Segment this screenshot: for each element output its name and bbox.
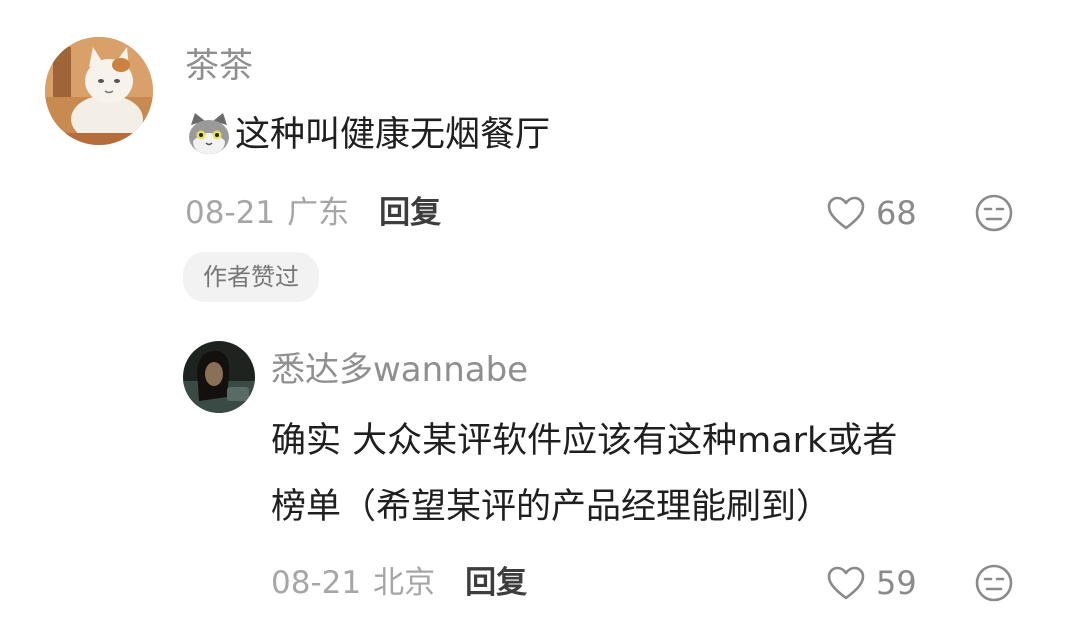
reply-dislike-button[interactable]: [974, 563, 1014, 603]
reply-reply-button[interactable]: 回复: [465, 563, 527, 603]
reply-location: 北京: [373, 565, 436, 601]
reply-text-line-2: 榜单（希望某评的产品经理能刷到）: [271, 487, 832, 527]
comment-dislike-button[interactable]: [974, 193, 1014, 233]
comment-text-row: 这种叫健康无烟餐厅: [185, 104, 550, 166]
reply-date: 08-21: [271, 565, 362, 601]
comment-like-button[interactable]: 68: [826, 193, 917, 233]
comment-reply-button[interactable]: 回复: [379, 193, 441, 233]
reply-username[interactable]: 悉达多wannabe: [271, 350, 528, 390]
comment-date: 08-21: [185, 195, 276, 231]
reply-meta: 08-21 北京 回复: [271, 563, 527, 603]
comment-text: 这种叫健康无烟餐厅: [235, 115, 551, 155]
comment-location: 广东: [287, 195, 350, 231]
portrait-avatar-image: [183, 341, 255, 413]
reply-like-button[interactable]: 59: [826, 563, 917, 603]
avatar-chacha[interactable]: [45, 37, 153, 145]
comment-like-count: 68: [876, 194, 917, 232]
avatar-reply-user[interactable]: [183, 341, 255, 413]
neutral-face-icon: [975, 194, 1013, 232]
reply-like-count: 59: [876, 564, 917, 602]
comment-username[interactable]: 茶茶: [185, 46, 253, 86]
cat-face-icon: [185, 111, 233, 159]
reply-text-line-1: 确实 大众某评软件应该有这种mark或者: [271, 421, 898, 461]
comment-meta: 08-21 广东 回复: [185, 193, 441, 233]
heart-outline-icon: [827, 196, 865, 230]
heart-outline-icon: [827, 566, 865, 600]
neutral-face-icon: [975, 564, 1013, 602]
author-liked-badge: 作者赞过: [183, 252, 319, 302]
cat-avatar-image: [45, 37, 153, 145]
